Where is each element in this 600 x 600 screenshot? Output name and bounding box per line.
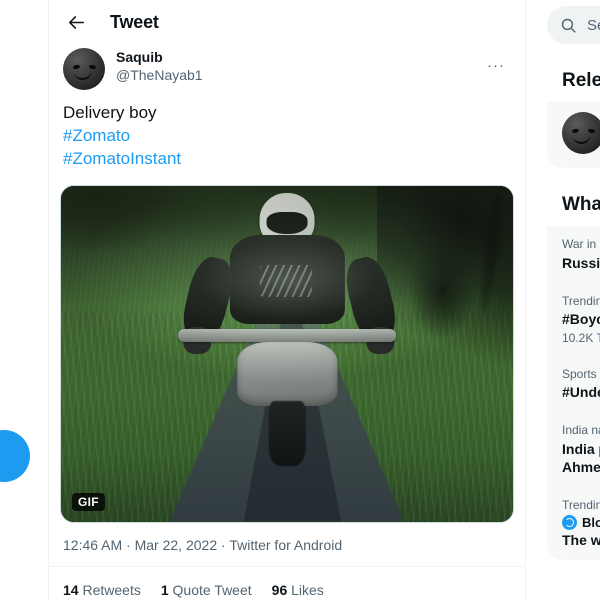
avatar-eye-right [89, 64, 97, 69]
avatar-eye-left [73, 64, 81, 69]
trend-item[interactable]: War in Ukraine · LIVE Russia invades Ukr… [547, 226, 600, 283]
meta-separator-2: · [221, 537, 226, 553]
trend-context: War in Ukraine · LIVE [562, 237, 600, 253]
avatar-mouth [74, 70, 93, 81]
quote-tweets-label: Quote Tweet [173, 582, 252, 598]
more-options-icon[interactable]: ··· [481, 50, 511, 80]
trend-tweet-count: 10.2K Tweets [562, 331, 600, 345]
left-nav-rail [0, 0, 49, 600]
search-input[interactable] [587, 17, 600, 34]
retweets-count: 14 [63, 582, 79, 598]
tweet-stats-row: 14 Retweets 1 Quote Tweet 96 Likes [49, 567, 525, 600]
hashtag-zomato[interactable]: #Zomato [63, 126, 130, 145]
gif-badge: GIF [72, 493, 105, 511]
trend-name: #UnderTaker [562, 383, 600, 401]
avatar-eye-left [572, 128, 580, 133]
stat-quote-tweets[interactable]: 1 Quote Tweet [161, 582, 252, 598]
bloomberg-logo-icon [562, 515, 577, 530]
back-button[interactable] [59, 6, 93, 40]
trend-item[interactable]: India national cricket team · LIVE India… [547, 412, 600, 487]
likes-count: 96 [272, 582, 288, 598]
search-bar[interactable] [547, 6, 600, 44]
tweet-media-gif[interactable]: GIF [60, 185, 514, 523]
tweet-timestamp-row: 12:46 AM · Mar 22, 2022 · Twitter for An… [49, 523, 525, 567]
trend-item[interactable]: Trending in India #BoycottBollywood 10.2… [547, 283, 600, 356]
tweet-text-line-1: Delivery boy [63, 103, 157, 122]
author-display-name[interactable]: Saquib [116, 49, 481, 67]
meta-separator-1: · [126, 537, 131, 553]
relevant-people-title: Relevant people [547, 58, 600, 102]
relevant-person-avatar[interactable] [562, 112, 600, 154]
trend-item[interactable]: Trending · News Bloomberg The world econ… [547, 487, 600, 560]
gif-scene [61, 186, 513, 522]
trend-item[interactable]: Sports · Trending #UnderTaker [547, 356, 600, 413]
relevant-people-card: Relevant people [547, 58, 600, 168]
page-title: Tweet [110, 12, 159, 33]
trend-name: #BoycottBollywood [562, 310, 600, 328]
motion-vignette [61, 186, 513, 522]
author-handle[interactable]: @TheNayab1 [116, 67, 481, 85]
retweets-label: Retweets [82, 582, 140, 598]
trend-name: India pick Arshdeep Singh, Shahbaz Ahmed [562, 440, 600, 476]
whats-happening-card: What's happening War in Ukraine · LIVE R… [547, 182, 600, 560]
whats-happening-title: What's happening [547, 182, 600, 226]
trend-name: Russia invades Ukraine [562, 254, 600, 272]
tweet-header: Tweet [49, 0, 525, 45]
hashtag-zomatoinstant[interactable]: #ZomatoInstant [63, 149, 181, 168]
relevant-person-row[interactable] [547, 102, 600, 168]
author-name-block: Saquib @TheNayab1 [116, 48, 481, 84]
back-arrow-icon [67, 13, 86, 32]
quote-tweets-count: 1 [161, 582, 169, 598]
avatar-mouth [573, 134, 592, 145]
tweet-source-client[interactable]: Twitter for Android [229, 537, 342, 553]
trend-context: Trending · News [562, 498, 600, 514]
stat-retweets[interactable]: 14 Retweets [63, 582, 141, 598]
trend-name: The world economy outlook [562, 531, 600, 549]
tweet-author-row: Saquib @TheNayab1 ··· [49, 45, 525, 90]
trend-news-source: Bloomberg [562, 515, 600, 530]
trend-context: Sports · Trending [562, 367, 600, 383]
twitter-tweet-detail-page: Tweet Saquib @TheNayab1 ··· Delivery boy… [0, 0, 600, 600]
trend-context: Trending in India [562, 294, 600, 310]
compose-tweet-fab[interactable] [0, 430, 30, 482]
search-icon [560, 17, 577, 34]
likes-label: Likes [291, 582, 324, 598]
stat-likes[interactable]: 96 Likes [272, 582, 324, 598]
tweet-main-column: Tweet Saquib @TheNayab1 ··· Delivery boy… [49, 0, 526, 600]
right-sidebar: Relevant people What's happening War in … [527, 0, 600, 600]
news-source-name: Bloomberg [582, 515, 600, 530]
tweet-body-text: Delivery boy #Zomato #ZomatoInstant [49, 90, 525, 171]
tweet-time: 12:46 AM [63, 537, 122, 553]
trend-context: India national cricket team · LIVE [562, 423, 600, 439]
avatar-eye-right [588, 128, 596, 133]
avatar[interactable] [63, 48, 105, 90]
tweet-date: Mar 22, 2022 [135, 537, 218, 553]
